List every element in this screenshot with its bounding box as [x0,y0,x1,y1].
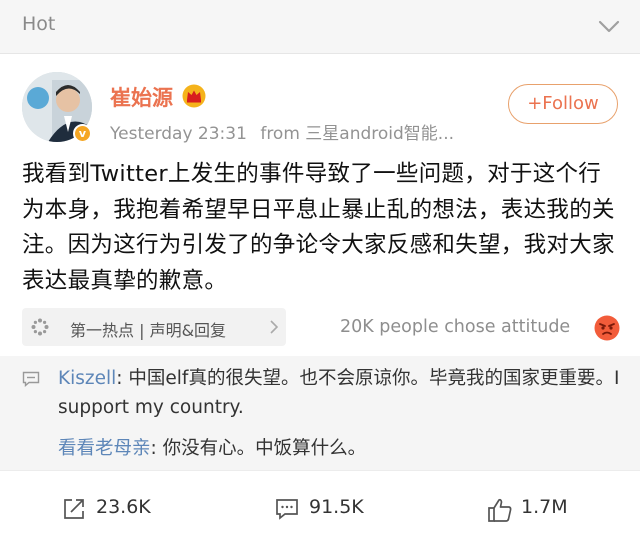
angry-face-icon[interactable] [594,315,620,341]
attitude-summary: 20K people chose attitude [340,317,571,337]
post-source: from 三星android智能... [260,124,455,144]
crown-icon [182,84,206,108]
verified-badge-icon: v [73,124,92,143]
comment-count: 91.5K [309,496,364,518]
comment-button[interactable]: 91.5K [275,495,385,523]
comment-icon [276,499,298,520]
topic-label: 第一热点 | 声明&回复 [70,321,227,340]
username[interactable]: 崔始源 [110,82,173,112]
comment-text: : 你没有心。中饭算什么。 [150,438,367,459]
comment-author[interactable]: Kiszell [58,368,116,389]
repost-button[interactable]: 23.6K [62,495,172,523]
comment-item[interactable]: Kiszell: 中国elf真的很失望。也不会原谅你。毕竟我的国家更重要。I s… [58,364,628,422]
like-count: 1.7M [521,496,568,518]
comments-preview[interactable]: Kiszell: 中国elf真的很失望。也不会原谅你。毕竟我的国家更重要。I s… [0,356,640,470]
thumbs-up-icon [488,498,512,522]
repost-count: 23.6K [96,496,151,518]
action-bar: 23.6K 91.5K 1.7M [0,470,640,542]
chevron-down-icon[interactable] [596,15,622,37]
header-bar: Hot [0,0,640,54]
post-timestamp: Yesterday 23:31 [110,124,247,144]
topic-chip[interactable]: 第一热点 | 声明&回复 [22,308,286,346]
comment-item[interactable]: 看看老母亲: 你没有心。中饭算什么。 [58,434,628,463]
like-button[interactable]: 1.7M [487,495,597,523]
comment-author[interactable]: 看看老母亲 [58,438,151,459]
section-title: Hot [22,13,56,35]
post-body: 我看到Twitter上发生的事件导致了一些问题，对于这个行为本身，我抱着希望早日… [22,161,615,294]
comment-bubble-icon [22,371,40,387]
follow-button[interactable]: +Follow [508,84,618,124]
chevron-right-icon [270,320,278,334]
hotspot-icon [31,318,49,336]
repost-icon [64,499,84,519]
comment-text: : 中国elf真的很失望。也不会原谅你。毕竟我的国家更重要。I support … [58,368,620,418]
post-meta: Yesterday 23:31 from 三星android智能... [110,119,462,144]
